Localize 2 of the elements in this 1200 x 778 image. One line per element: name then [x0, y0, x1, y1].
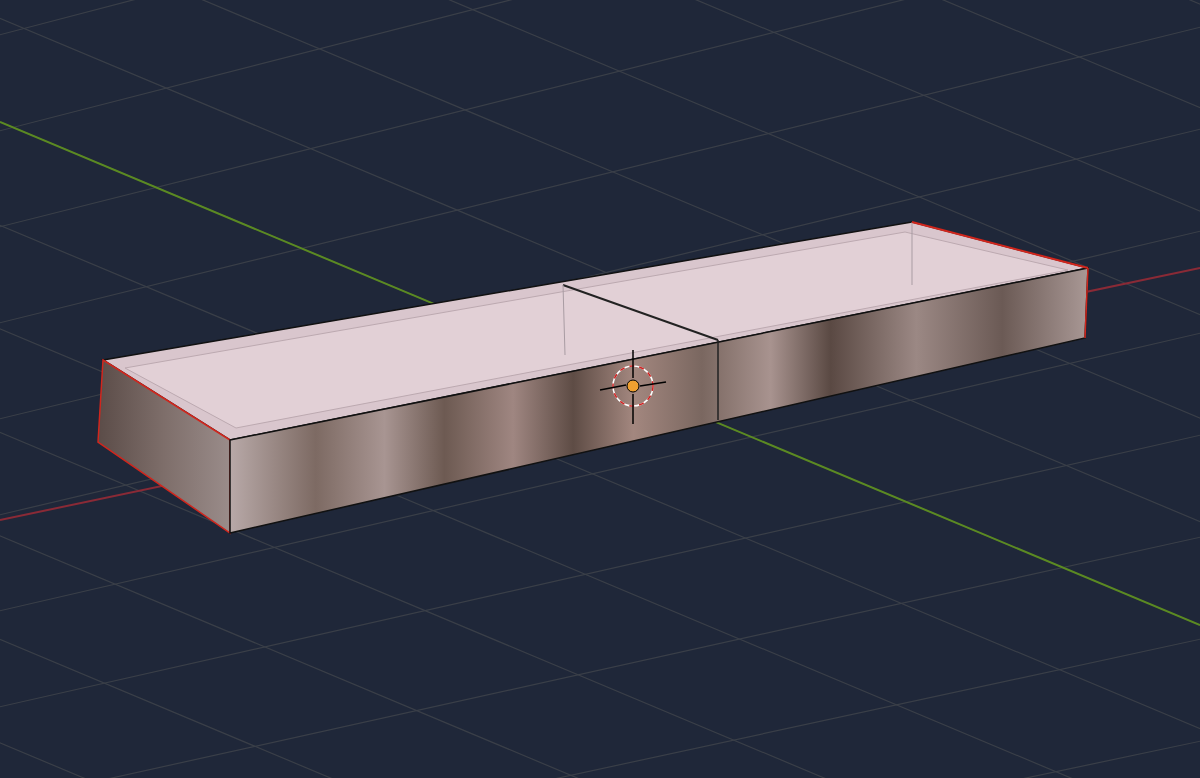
3d-cursor-icon — [599, 349, 667, 425]
origin-point-icon — [626, 379, 640, 393]
